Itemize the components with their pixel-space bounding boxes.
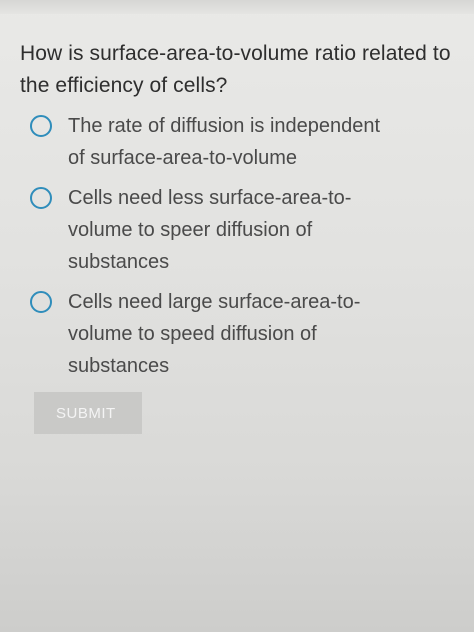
answer-option-2[interactable]: Cells need less surface-area-to-volume t… xyxy=(30,182,450,278)
radio-button-icon[interactable] xyxy=(30,115,52,137)
submit-button[interactable]: SUBMIT xyxy=(34,392,142,434)
radio-button-icon[interactable] xyxy=(30,291,52,313)
option-label: Cells need large surface-area-to-volume … xyxy=(68,291,361,377)
option-label: The rate of diffusion is independent of … xyxy=(68,115,381,169)
answer-option-3[interactable]: Cells need large surface-area-to-volume … xyxy=(30,286,450,382)
answer-option-1[interactable]: The rate of diffusion is independent of … xyxy=(30,110,450,174)
top-edge xyxy=(0,0,474,14)
radio-button-icon[interactable] xyxy=(30,187,52,209)
question-text: How is surface-area-to-volume ratio rela… xyxy=(20,42,451,97)
option-label: Cells need less surface-area-to-volume t… xyxy=(68,187,352,273)
